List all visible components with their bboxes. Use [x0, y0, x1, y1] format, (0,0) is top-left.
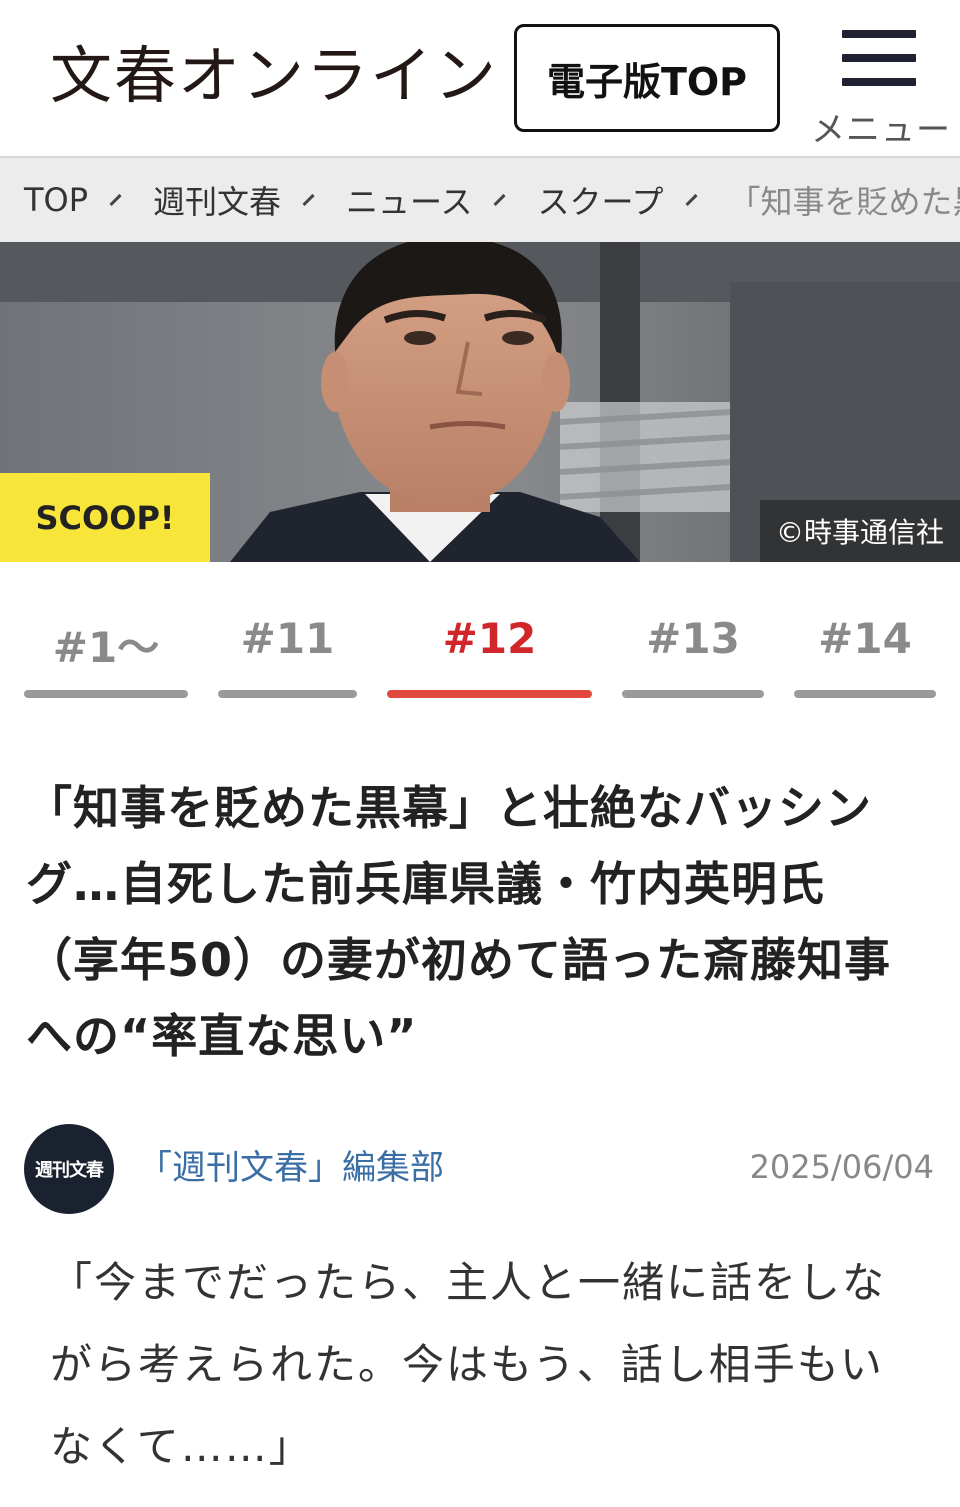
tab-label: #1〜: [52, 623, 160, 672]
tab-underline: [387, 690, 592, 698]
tab-underline: [24, 690, 188, 698]
breadcrumb-top[interactable]: TOP: [24, 181, 88, 219]
breadcrumb-shukan-bunshun[interactable]: 週刊文春: [153, 177, 281, 223]
tab-series-11[interactable]: #11: [218, 600, 357, 698]
digital-edition-top-button[interactable]: 電子版TOP: [514, 24, 780, 132]
chevron-right-icon: [493, 193, 506, 207]
menu-button[interactable]: メニュー: [806, 24, 956, 150]
tab-label: #11: [240, 614, 335, 663]
hero-image: SCOOP! ©時事通信社: [0, 242, 960, 562]
breadcrumb: TOP 週刊文春 ニュース スクープ 「知事を貶めた黒: [0, 156, 960, 242]
tab-label: #12: [442, 614, 537, 663]
publish-date: 2025/06/04: [749, 1148, 934, 1186]
tab-label: #14: [818, 614, 912, 663]
breadcrumb-current: 「知事を貶めた黒: [728, 183, 960, 221]
hamburger-icon: [842, 30, 916, 86]
site-header: 文春オンライン 電子版TOP メニュー: [0, 0, 960, 156]
scoop-badge: SCOOP!: [0, 473, 210, 562]
chevron-right-icon: [109, 193, 122, 207]
menu-label: メニュー: [811, 110, 951, 150]
breadcrumb-news[interactable]: ニュース: [346, 177, 472, 223]
chevron-right-icon: [302, 193, 315, 207]
tab-series-14[interactable]: #14: [794, 600, 936, 698]
photo-credit: ©時事通信社: [759, 500, 960, 562]
author-avatar[interactable]: 週刊文春: [24, 1124, 114, 1214]
tab-series-12[interactable]: #12: [387, 600, 592, 698]
site-logo[interactable]: 文春オンライン: [50, 36, 498, 116]
breadcrumb-scoop[interactable]: スクープ: [537, 177, 663, 223]
tab-label: #13: [646, 614, 740, 663]
tab-underline: [622, 690, 764, 698]
article-title: 「知事を貶めた黒幕」と壮絶なバッシング…自死した前兵庫県議・竹内英明氏（享年50…: [26, 781, 892, 1063]
chevron-right-icon: [685, 193, 698, 207]
tab-underline: [794, 690, 936, 698]
author-link[interactable]: 「週刊文春」編集部: [138, 1140, 444, 1189]
article-body: 「今までだったら、主人と一緒に話をしながら考えられた。今はもう、話し相手もいなく…: [50, 1258, 887, 1471]
tab-underline: [218, 690, 357, 698]
series-tabs: #1〜 #11 #12 #13 #14: [0, 600, 960, 700]
tab-series-13[interactable]: #13: [622, 600, 764, 698]
tab-series-1[interactable]: #1〜: [24, 600, 188, 698]
